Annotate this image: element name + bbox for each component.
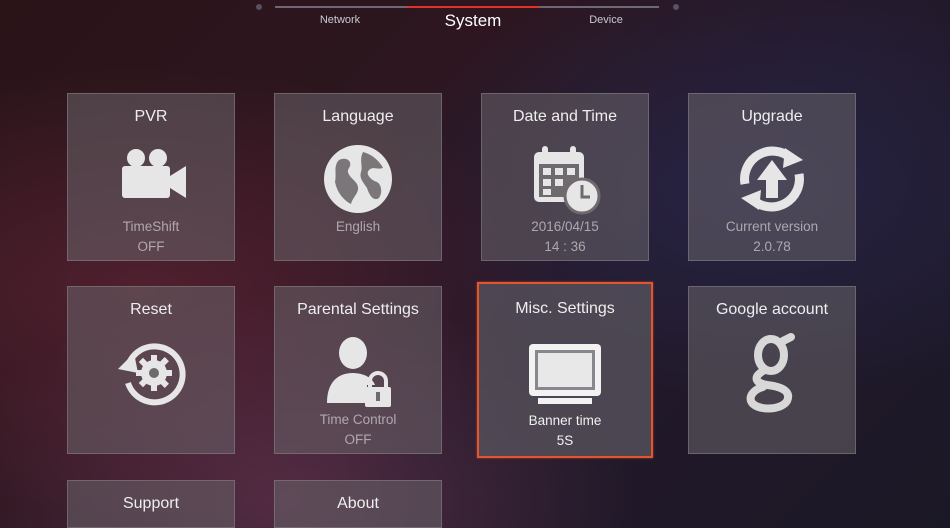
- tile-about[interactable]: About: [274, 480, 442, 528]
- tile-title: Misc. Settings: [515, 300, 615, 317]
- tile-sub1: TimeShift: [122, 219, 180, 234]
- tile-sub2: 14 : 36: [544, 239, 586, 254]
- tile-upgrade[interactable]: Upgrade Current version 2.0.78: [688, 93, 856, 261]
- tile-pvr[interactable]: PVR TimeShift OFF: [67, 93, 235, 261]
- globe-icon: [324, 145, 392, 213]
- video-camera-icon: [122, 149, 186, 198]
- tile-sub2: OFF: [137, 239, 165, 254]
- tile-date-and-time[interactable]: Date and Time 2016/04/15 14 : 36: [481, 93, 649, 261]
- tab-bar: Network System Device: [0, 0, 950, 40]
- tab-device[interactable]: Device: [546, 14, 666, 26]
- tab-network[interactable]: Network: [280, 14, 400, 26]
- tile-misc-settings[interactable]: Misc. Settings Banner time 5S: [477, 282, 653, 458]
- tile-reset[interactable]: Reset: [67, 286, 235, 454]
- tile-title: Parental Settings: [297, 301, 419, 318]
- tile-title: Reset: [130, 301, 172, 318]
- refresh-upload-icon: [740, 146, 804, 212]
- tab-active-indicator: [407, 6, 539, 8]
- tile-title: Support: [122, 495, 180, 512]
- tile-sub2: 5S: [556, 433, 574, 448]
- tab-bar-dot-left: [256, 4, 262, 10]
- calendar-clock-icon: [534, 146, 601, 215]
- tile-sub1: 2016/04/15: [531, 219, 599, 234]
- tile-title: PVR: [134, 108, 168, 125]
- tile-support[interactable]: Support: [67, 480, 235, 528]
- user-lock-icon: [327, 337, 391, 407]
- tile-sub1: Current version: [725, 219, 819, 234]
- tile-sub2: 2.0.78: [753, 239, 791, 254]
- tile-title: Google account: [715, 301, 829, 318]
- tab-bar-dot-right: [673, 4, 679, 10]
- reset-gear-icon: [118, 343, 186, 406]
- tile-title: Upgrade: [741, 108, 803, 125]
- tile-parental-settings[interactable]: Parental Settings Time Control OFF: [274, 286, 442, 454]
- tile-title: Date and Time: [512, 108, 618, 125]
- tile-sub2: OFF: [344, 432, 372, 447]
- tile-sub1: English: [335, 219, 381, 234]
- tile-title: Language: [322, 108, 394, 125]
- tile-sub1: Time Control: [319, 412, 397, 427]
- tile-language[interactable]: Language English: [274, 93, 442, 261]
- monitor-icon: [529, 344, 601, 404]
- tab-system[interactable]: System: [413, 11, 533, 31]
- tile-title: About: [337, 495, 379, 512]
- tile-google-account[interactable]: Google account: [688, 286, 856, 454]
- google-g-icon: [746, 333, 795, 413]
- tile-sub1: Banner time: [528, 413, 602, 428]
